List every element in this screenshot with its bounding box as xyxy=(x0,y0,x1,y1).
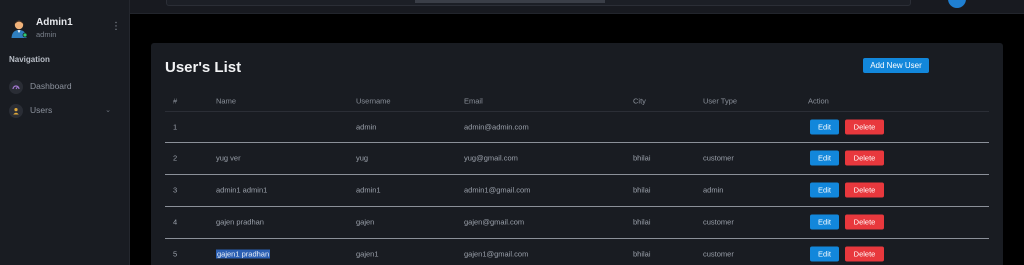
delete-button[interactable]: Delete xyxy=(845,214,884,230)
dashboard-icon xyxy=(9,80,23,94)
sidebar-item-label: Users xyxy=(30,105,53,115)
edit-button[interactable]: Edit xyxy=(810,150,839,166)
page-title: User's List xyxy=(165,59,242,76)
row-number: 4 xyxy=(173,217,178,227)
sidebar: Admin1 admin ⋮ Navigation Dashboard User… xyxy=(0,0,130,265)
row-name: admin1 admin1 xyxy=(216,185,268,195)
delete-button[interactable]: Delete xyxy=(845,246,884,262)
edit-button[interactable]: Edit xyxy=(810,246,839,262)
column-header-email: Email xyxy=(464,96,483,106)
sidebar-item-dashboard[interactable]: Dashboard xyxy=(9,79,121,95)
delete-button[interactable]: Delete xyxy=(845,119,884,135)
row-number: 5 xyxy=(173,249,178,259)
table-row: 3 admin1 admin1 admin1 admin1@gmail.com … xyxy=(165,174,989,205)
row-email: gajen1@gmail.com xyxy=(464,249,529,259)
profile-role: admin xyxy=(36,30,57,39)
nav-section-title: Navigation xyxy=(9,55,50,64)
top-bar xyxy=(130,0,1024,14)
row-email: admin@admin.com xyxy=(464,122,529,132)
column-header-username: Username xyxy=(356,96,391,106)
edit-button[interactable]: Edit xyxy=(810,182,839,198)
edit-button[interactable]: Edit xyxy=(810,119,839,135)
user-menu-avatar[interactable] xyxy=(948,0,966,8)
row-email: yug@gmail.com xyxy=(464,153,518,163)
row-city: bhilai xyxy=(633,153,651,163)
users-card: User's List Add New User # Name Username… xyxy=(151,43,1003,265)
row-number: 3 xyxy=(173,185,178,195)
row-number: 2 xyxy=(173,153,178,163)
row-user-type: admin xyxy=(703,185,724,195)
profile-name: Admin1 xyxy=(36,17,73,28)
row-email: admin1@gmail.com xyxy=(464,185,531,195)
user-icon xyxy=(9,104,23,118)
row-name: yug ver xyxy=(216,153,241,163)
row-user-type: customer xyxy=(703,249,734,259)
column-header-action: Action xyxy=(808,96,829,106)
add-user-button[interactable]: Add New User xyxy=(863,58,929,73)
table-header: # Name Username Email City User Type Act… xyxy=(165,93,989,109)
table-row: 4 gajen pradhan gajen gajen@gmail.com bh… xyxy=(165,206,989,237)
row-city: bhilai xyxy=(633,217,651,227)
table-row: 1 admin admin@admin.com Edit Delete xyxy=(165,111,989,142)
sidebar-item-users[interactable]: Users ⌄ xyxy=(9,103,121,119)
row-name: gajen pradhan xyxy=(216,217,264,227)
delete-button[interactable]: Delete xyxy=(845,182,884,198)
row-username: yug xyxy=(356,153,369,163)
row-city: bhilai xyxy=(633,249,651,259)
row-user-type: customer xyxy=(703,217,734,227)
column-header-city: City xyxy=(633,96,646,106)
row-username: gajen1 xyxy=(356,249,379,259)
chevron-down-icon[interactable]: ⌄ xyxy=(105,106,111,114)
row-username: admin1 xyxy=(356,185,381,195)
row-city: bhilai xyxy=(633,185,651,195)
selected-text: gajen1 pradhan xyxy=(216,249,271,259)
column-header-name: Name xyxy=(216,96,237,106)
more-options-icon[interactable]: ⋮ xyxy=(111,22,121,32)
row-number: 1 xyxy=(173,122,178,132)
row-username: admin xyxy=(356,122,377,132)
profile-block: Admin1 admin ⋮ xyxy=(9,17,121,39)
row-email: gajen@gmail.com xyxy=(464,217,525,227)
row-user-type: customer xyxy=(703,153,734,163)
search-highlight xyxy=(415,0,605,3)
edit-button[interactable]: Edit xyxy=(810,214,839,230)
table-row: 5 gajen1 pradhan gajen1 gajen1@gmail.com… xyxy=(165,238,989,265)
delete-button[interactable]: Delete xyxy=(845,150,884,166)
table-row: 2 yug ver yug yug@gmail.com bhilai custo… xyxy=(165,142,989,173)
row-username: gajen xyxy=(356,217,375,227)
sidebar-item-label: Dashboard xyxy=(30,81,72,91)
avatar-icon xyxy=(11,20,28,38)
column-header-number: # xyxy=(173,96,178,106)
column-header-user-type: User Type xyxy=(703,96,738,106)
row-name: gajen1 pradhan xyxy=(216,249,271,259)
